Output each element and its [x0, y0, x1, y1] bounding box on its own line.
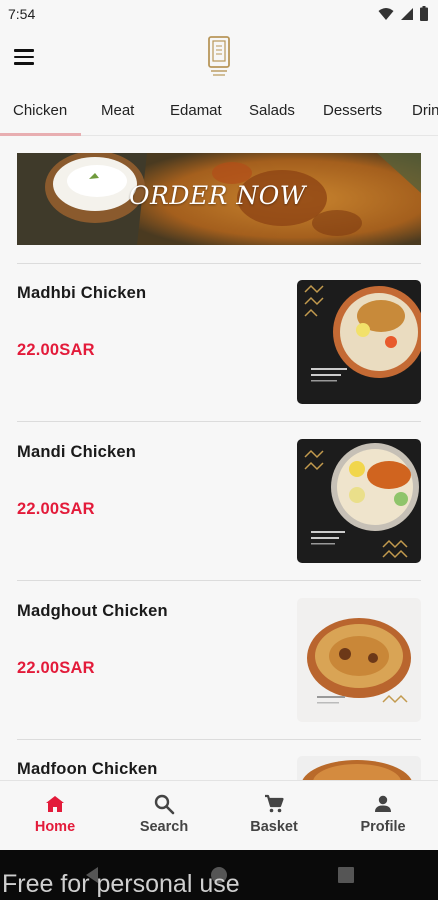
signal-icon — [401, 7, 413, 20]
order-now-banner[interactable]: ORDER NOW — [17, 153, 421, 245]
item-name: Madghout Chicken — [17, 602, 168, 620]
tab-desserts[interactable]: Desserts — [323, 102, 382, 119]
category-tabs: Chicken Meat Edamat Salads Desserts Drin — [0, 92, 438, 136]
divider — [17, 421, 421, 422]
menu-item-madhbi-chicken[interactable]: Madhbi Chicken 22.00SAR — [0, 264, 438, 414]
tab-chicken[interactable]: Chicken — [13, 102, 67, 119]
nav-home[interactable]: Home — [5, 793, 105, 835]
nav-profile[interactable]: Profile — [333, 793, 433, 835]
menu-item-mandi-chicken[interactable]: Mandi Chicken 22.00SAR — [0, 423, 438, 573]
madghout-chicken-image — [297, 598, 421, 722]
home-icon — [46, 796, 64, 812]
status-bar: 7:54 — [0, 0, 438, 28]
app-bar — [0, 28, 438, 88]
madhbi-chicken-image — [297, 280, 421, 404]
bottom-navigation: Home Search Basket Profile — [0, 780, 438, 850]
tab-drinks[interactable]: Drin — [412, 102, 438, 119]
mandi-chicken-image — [297, 439, 421, 563]
tab-salads[interactable]: Salads — [249, 102, 295, 119]
nav-label: Profile — [360, 819, 406, 835]
item-name: Mandi Chicken — [17, 443, 137, 461]
tab-meat[interactable]: Meat — [101, 102, 134, 119]
item-name: Madhbi Chicken — [17, 284, 147, 302]
item-price: 22.00SAR — [17, 341, 95, 359]
status-time: 7:54 — [8, 6, 36, 22]
menu-list[interactable]: ORDER NOW Madhbi Chicken 22.00SAR Mandi … — [0, 137, 438, 780]
nav-search[interactable]: Search — [114, 793, 214, 835]
menu-item-madghout-chicken[interactable]: Madghout Chicken 22.00SAR — [0, 582, 438, 732]
recents-icon[interactable] — [338, 867, 354, 883]
madfoon-chicken-image — [297, 756, 421, 780]
tab-edamat[interactable]: Edamat — [170, 102, 222, 119]
search-icon — [154, 794, 175, 815]
item-name: Madfoon Chicken — [17, 760, 158, 778]
hamburger-menu-icon[interactable] — [14, 44, 40, 70]
battery-icon — [420, 6, 428, 21]
nav-label: Home — [34, 819, 76, 835]
cart-icon — [265, 794, 284, 813]
item-price: 22.00SAR — [17, 659, 95, 677]
nav-label: Basket — [250, 819, 298, 835]
active-tab-indicator — [0, 133, 81, 136]
nav-basket[interactable]: Basket — [224, 793, 324, 835]
banner-text: ORDER NOW — [129, 181, 306, 210]
menu-item-madfoon-chicken[interactable]: Madfoon Chicken — [0, 740, 438, 780]
restaurant-logo — [208, 36, 230, 76]
wifi-icon — [378, 7, 394, 20]
status-icons — [378, 6, 428, 21]
watermark-text: Free for personal use — [2, 870, 240, 898]
nav-label: Search — [139, 819, 189, 835]
person-icon — [375, 795, 391, 812]
divider — [17, 580, 421, 581]
item-price: 22.00SAR — [17, 500, 95, 518]
